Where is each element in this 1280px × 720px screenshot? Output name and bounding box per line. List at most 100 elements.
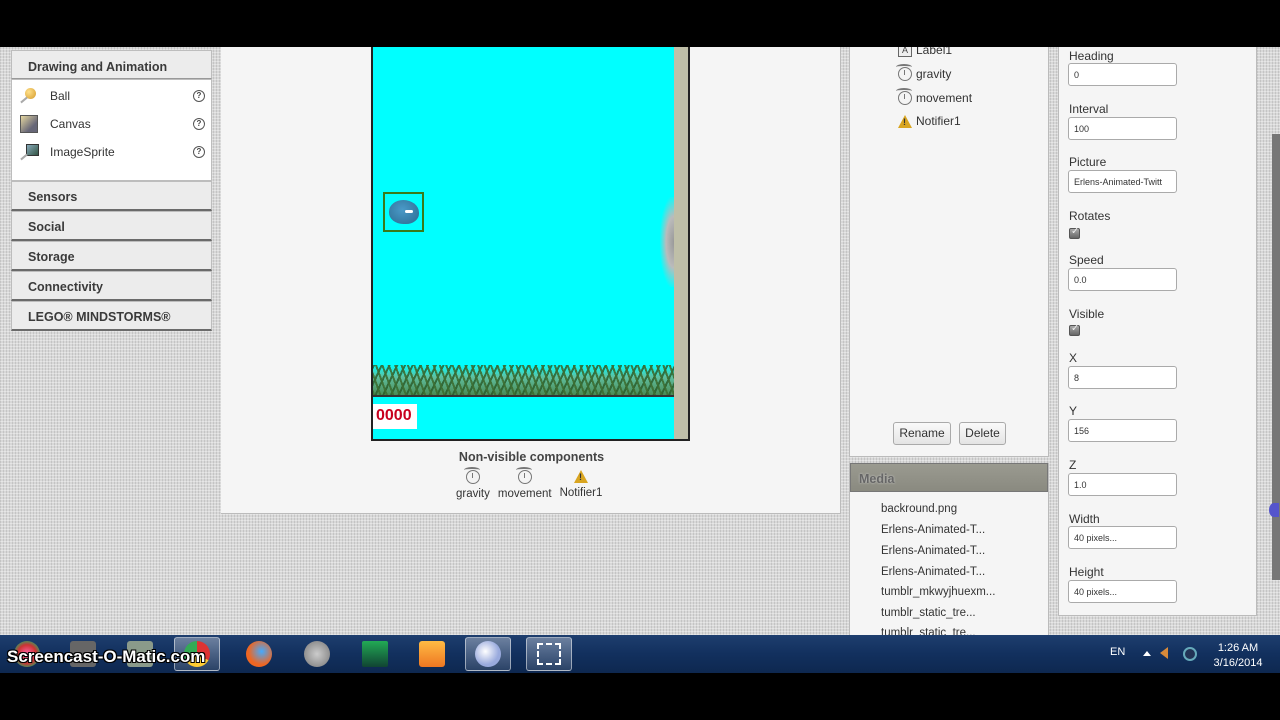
paint-icon [475, 641, 501, 667]
nonvisible-item-gravity[interactable]: gravity [456, 467, 490, 500]
clock-icon [896, 64, 912, 81]
speed-input[interactable]: 0.0 [1068, 268, 1177, 291]
network-icon[interactable] [1183, 647, 1197, 661]
media-item[interactable]: Erlens-Animated-T... [881, 524, 985, 536]
visible-checkbox[interactable] [1069, 323, 1080, 336]
bird-eye [405, 210, 413, 213]
nonvisible-components-title: Non-visible components [221, 450, 841, 464]
label-icon: A [898, 47, 912, 57]
bird-sprite-icon [389, 200, 419, 224]
component-movement[interactable]: movement [896, 88, 973, 105]
warning-icon [898, 114, 912, 128]
media-item[interactable]: tumblr_static_tre... [881, 607, 976, 619]
image-sprite-bird[interactable] [383, 192, 424, 232]
speed-label: Speed [1069, 253, 1104, 267]
clock-time: 1:26 AM [1217, 642, 1259, 654]
rename-button[interactable]: Rename [893, 422, 951, 445]
components-panel: A Label1 gravity movement Notifier1 Rena… [849, 47, 1049, 457]
palette-item-imagesprite[interactable]: ImageSprite ? [12, 138, 211, 166]
width-input[interactable]: 40 pixels... [1068, 526, 1177, 549]
x-label: X [1069, 351, 1078, 365]
palette-category-items: Ball ? Canvas ? ImageSprite ? [11, 79, 212, 181]
z-input[interactable]: 1.0 [1068, 473, 1177, 496]
media-item[interactable]: tumblr_static_tre... [881, 627, 976, 635]
viewer-panel: 0000 Non-visible components gravity move… [221, 47, 841, 514]
media-header: Media [850, 463, 1048, 492]
component-palette: Drawing and Animation Ball ? Canvas ? Im… [11, 50, 212, 331]
ball-icon [20, 87, 38, 105]
picture-label: Picture [1069, 155, 1107, 169]
heading-input[interactable]: 0 [1068, 63, 1177, 86]
nonvisible-item-label: movement [497, 488, 552, 500]
palette-category-social[interactable]: Social [11, 211, 212, 241]
media-item[interactable]: Erlens-Animated-T... [881, 566, 985, 578]
help-icon[interactable]: ? [193, 90, 205, 102]
heading-label: Heading [1069, 49, 1114, 63]
component-gravity[interactable]: gravity [896, 64, 952, 81]
show-hidden-icons-arrow[interactable] [1143, 651, 1151, 656]
palette-item-canvas[interactable]: Canvas ? [12, 110, 211, 138]
palette-item-ball[interactable]: Ball ? [12, 82, 211, 110]
mouse-cursor-highlight [1269, 503, 1279, 517]
taskbar-paint[interactable] [465, 637, 511, 671]
help-icon[interactable]: ? [193, 146, 205, 158]
rotates-checkbox[interactable] [1069, 226, 1080, 239]
media-player-icon [419, 641, 445, 667]
imagesprite-icon [20, 143, 39, 161]
screencast-watermark: Screencast-O-Matic.com [7, 647, 206, 666]
component-label: gravity [916, 67, 952, 81]
palette-item-label: ImageSprite [50, 145, 115, 159]
component-label1[interactable]: A Label1 [898, 47, 952, 57]
rotates-label: Rotates [1069, 209, 1111, 223]
terminal-icon [362, 641, 388, 667]
x-input[interactable]: 8 [1068, 366, 1177, 389]
component-label: movement [916, 91, 973, 105]
palette-item-label: Canvas [50, 117, 91, 131]
component-notifier1[interactable]: Notifier1 [898, 114, 961, 128]
z-label: Z [1069, 458, 1077, 472]
taskbar-app-6[interactable] [294, 637, 340, 671]
media-item[interactable]: Erlens-Animated-T... [881, 545, 985, 557]
app-inventor-designer: Drawing and Animation Ball ? Canvas ? Im… [0, 47, 1280, 635]
help-icon[interactable]: ? [193, 118, 205, 130]
picture-input[interactable]: Erlens-Animated-Twitt [1068, 170, 1177, 193]
palette-category-drawing-and-animation[interactable]: Drawing and Animation [11, 50, 212, 79]
taskbar-media-player[interactable] [409, 637, 455, 671]
palette-category-storage[interactable]: Storage [11, 241, 212, 271]
y-input[interactable]: 156 [1068, 419, 1177, 442]
nonvisible-item-label: Notifier1 [559, 487, 603, 499]
component-label: Notifier1 [916, 114, 961, 128]
interval-input[interactable]: 100 [1068, 117, 1177, 140]
language-indicator[interactable]: EN [1110, 646, 1125, 658]
app-icon [304, 641, 330, 667]
properties-panel: Heading 0 Interval 100 Picture Erlens-An… [1058, 47, 1257, 616]
video-letterbox-top [0, 0, 1280, 47]
delete-button[interactable]: Delete [959, 422, 1006, 445]
palette-category-connectivity[interactable]: Connectivity [11, 271, 212, 301]
taskbar-firefox[interactable] [236, 637, 282, 671]
nonvisible-item-movement[interactable]: movement [497, 467, 552, 500]
media-panel: Media backround.png Erlens-Animated-T...… [849, 463, 1049, 635]
clock-icon [896, 88, 912, 105]
canvas-icon [20, 115, 38, 133]
taskbar-screencast-recorder[interactable] [526, 637, 572, 671]
score-label[interactable]: 0000 [373, 404, 417, 429]
volume-icon[interactable] [1160, 647, 1168, 659]
system-clock[interactable]: 1:26 AM 3/16/2014 [1208, 641, 1268, 671]
nonvisible-item-notifier1[interactable]: Notifier1 [559, 470, 603, 500]
firefox-icon [246, 641, 272, 667]
taskbar-terminal[interactable] [352, 637, 398, 671]
media-item[interactable]: tumblr_mkwyjhuexm... [881, 586, 995, 598]
background-grass [373, 365, 674, 397]
height-input[interactable]: 40 pixels... [1068, 580, 1177, 603]
media-item[interactable]: backround.png [881, 503, 957, 515]
background-rock [660, 197, 674, 287]
palette-category-lego-mindstorms[interactable]: LEGO® MINDSTORMS® [11, 301, 212, 331]
visible-label: Visible [1069, 307, 1105, 321]
phone-screen-preview[interactable]: 0000 [371, 47, 690, 441]
clock-date: 3/16/2014 [1213, 657, 1263, 669]
height-label: Height [1069, 565, 1104, 579]
width-label: Width [1069, 512, 1100, 526]
palette-item-label: Ball [50, 89, 71, 103]
palette-category-sensors[interactable]: Sensors [11, 181, 212, 211]
